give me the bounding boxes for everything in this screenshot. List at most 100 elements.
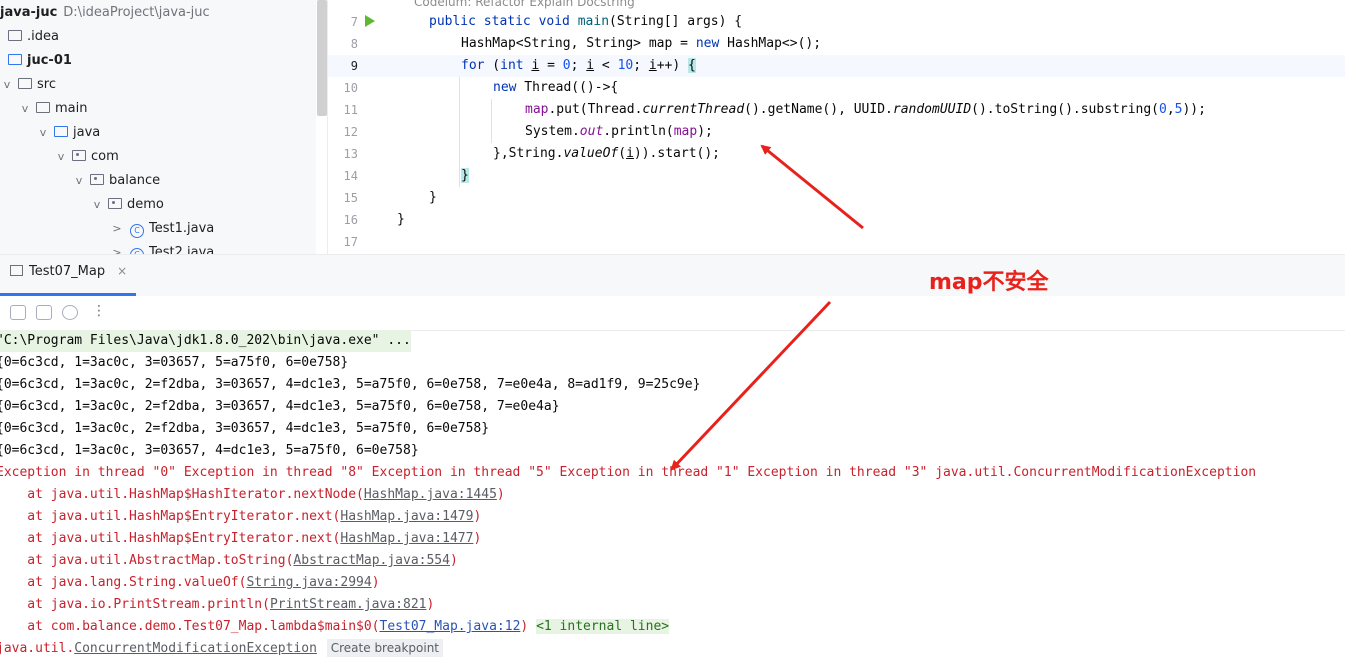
console-output-line: {0=6c3cd, 1=3ac0c, 2=f2dba, 3=03657, 4=d…: [0, 399, 560, 414]
module-icon: [8, 54, 22, 65]
project-path: D:\ideaProject\java-juc: [63, 5, 210, 20]
codeium-inlay-hint[interactable]: Codeium: Refactor Explain Docstring: [414, 0, 635, 9]
import-icon[interactable]: [36, 305, 52, 320]
line-number: 9: [350, 59, 358, 73]
code-line: System.out.println(map);: [525, 124, 713, 139]
line-number: 14: [343, 169, 358, 183]
console-exception-line: Exception in thread "0" Exception in thr…: [0, 465, 1257, 480]
stack-frame: at com.balance.demo.Test07_Map.lambda$ma…: [0, 616, 670, 638]
project-root[interactable]: java-juc D:\ideaProject\java-juc: [0, 2, 210, 24]
console-output-line: {0=6c3cd, 1=3ac0c, 3=03657, 4=dc1e3, 5=a…: [0, 443, 419, 458]
stack-frame: at java.util.HashMap$EntryIterator.next(…: [0, 528, 481, 550]
project-tree: java-juc D:\ideaProject\java-juc .idea ju…: [0, 0, 316, 254]
code-line: new Thread(()->{: [493, 80, 619, 95]
tree-item-test2[interactable]: >CTest2.java: [110, 242, 214, 254]
exception-cause: java.util.ConcurrentModificationExceptio…: [0, 638, 444, 660]
code-line: },String.valueOf(i)).start();: [493, 146, 720, 161]
stack-frame-text: at com.balance.demo.Test07_Map.lambda$ma…: [0, 619, 380, 634]
tree-item-label: main: [55, 101, 88, 116]
more-options-icon[interactable]: ⋮: [92, 304, 106, 318]
tree-item-main[interactable]: v main: [18, 98, 88, 120]
tree-item-balance[interactable]: v balance: [72, 170, 160, 192]
tree-item-test1[interactable]: > C Test1.java: [110, 218, 214, 240]
tree-scrollbar[interactable]: [317, 0, 327, 116]
console-output-line: {0=6c3cd, 1=3ac0c, 2=f2dba, 3=03657, 4=d…: [0, 377, 701, 392]
chevron-down-icon[interactable]: v: [36, 122, 50, 144]
run-gutter-icon[interactable]: [365, 15, 375, 27]
folder-icon: [18, 78, 32, 89]
stack-frame-link[interactable]: HashMap.java:1445: [364, 487, 497, 502]
tree-item-java[interactable]: v java: [36, 122, 101, 144]
source-folder-icon: [54, 126, 68, 137]
stack-frame-suffix: ): [371, 575, 380, 590]
stack-frame: at java.lang.String.valueOf(String.java:…: [0, 572, 380, 594]
stack-frame: at java.io.PrintStream.println(PrintStre…: [0, 594, 434, 616]
code-line: }: [461, 168, 469, 183]
package-icon: [72, 150, 86, 161]
chevron-right-icon[interactable]: >: [110, 242, 124, 254]
stack-frame-link[interactable]: HashMap.java:1479: [340, 509, 473, 524]
tree-item-demo[interactable]: v demo: [90, 194, 164, 216]
chevron-down-icon[interactable]: v: [18, 98, 32, 120]
run-tab-label: Test07_Map: [29, 264, 106, 279]
stack-frame-text: at java.util.HashMap$HashIterator.nextNo…: [0, 487, 364, 502]
profiler-icon[interactable]: [62, 305, 78, 320]
line-number: 10: [343, 81, 358, 95]
tree-item-idea[interactable]: .idea: [0, 26, 59, 48]
line-number: 7: [350, 15, 358, 29]
tree-item-juc-01[interactable]: juc-01: [0, 50, 72, 72]
tree-item-label: Test2.java: [149, 245, 215, 254]
stack-frame-suffix: ): [496, 487, 505, 502]
tree-item-label: java: [73, 125, 101, 140]
line-number: 11: [343, 103, 358, 117]
folder-icon: [36, 102, 50, 113]
chevron-down-icon[interactable]: v: [0, 74, 14, 96]
tree-item-src[interactable]: v src: [0, 74, 56, 96]
tree-item-label: juc-01: [27, 53, 72, 68]
stack-frame: at java.util.HashMap$HashIterator.nextNo…: [0, 484, 505, 506]
stack-frame-text: at java.util.AbstractMap.toString(: [0, 553, 294, 568]
annotation-label: map不安全: [929, 270, 1049, 295]
class-icon: C: [130, 224, 144, 238]
code-line: }: [397, 212, 405, 227]
stack-frame-suffix: ): [449, 553, 458, 568]
exception-package: java.util.: [0, 641, 75, 656]
indent-guide: [491, 99, 492, 143]
console-command-line: "C:\Program Files\Java\jdk1.8.0_202\bin\…: [0, 330, 411, 352]
line-number: 13: [343, 147, 358, 161]
internal-lines-toggle[interactable]: <1 internal line>: [536, 619, 670, 634]
line-number: 15: [343, 191, 358, 205]
code-line: for (int i = 0; i < 10; i++) {: [461, 58, 696, 73]
run-tab[interactable]: Test07_Map ×: [10, 264, 127, 279]
chevron-down-icon[interactable]: v: [90, 194, 104, 216]
stack-frame-suffix: ): [473, 509, 482, 524]
run-toolbar: [0, 296, 1345, 331]
exception-class-link[interactable]: ConcurrentModificationException: [74, 641, 317, 656]
chevron-down-icon[interactable]: v: [54, 146, 68, 168]
code-line: public static void main(String[] args) {: [429, 14, 743, 29]
tree-item-com[interactable]: v com: [54, 146, 119, 168]
stack-frame-link[interactable]: HashMap.java:1477: [340, 531, 473, 546]
chevron-down-icon[interactable]: v: [72, 170, 86, 192]
tree-item-label: com: [91, 149, 119, 164]
stack-frame-link[interactable]: AbstractMap.java:554: [293, 553, 450, 568]
close-icon[interactable]: ×: [117, 264, 127, 278]
code-line: }: [429, 190, 437, 205]
project-name: java-juc: [0, 5, 58, 20]
stack-frame-link[interactable]: PrintStream.java:821: [270, 597, 427, 612]
line-number: 12: [343, 125, 358, 139]
tree-item-label: Test1.java: [149, 221, 215, 236]
line-number: 17: [343, 235, 358, 249]
stack-frame-text: at java.util.HashMap$EntryIterator.next(: [0, 509, 341, 524]
tree-item-label: src: [37, 77, 56, 92]
line-number: 16: [343, 213, 358, 227]
stack-frame-link[interactable]: String.java:2994: [246, 575, 371, 590]
chevron-right-icon[interactable]: >: [110, 218, 124, 240]
stack-frame-suffix: ): [520, 619, 529, 634]
create-breakpoint-button[interactable]: Create breakpoint: [326, 639, 444, 657]
camera-icon[interactable]: [10, 305, 26, 320]
tree-item-label: balance: [109, 173, 161, 188]
stack-frame: at java.util.HashMap$EntryIterator.next(…: [0, 506, 481, 528]
stack-frame-link[interactable]: Test07_Map.java:12: [380, 619, 521, 634]
stack-frame: at java.util.AbstractMap.toString(Abstra…: [0, 550, 458, 572]
